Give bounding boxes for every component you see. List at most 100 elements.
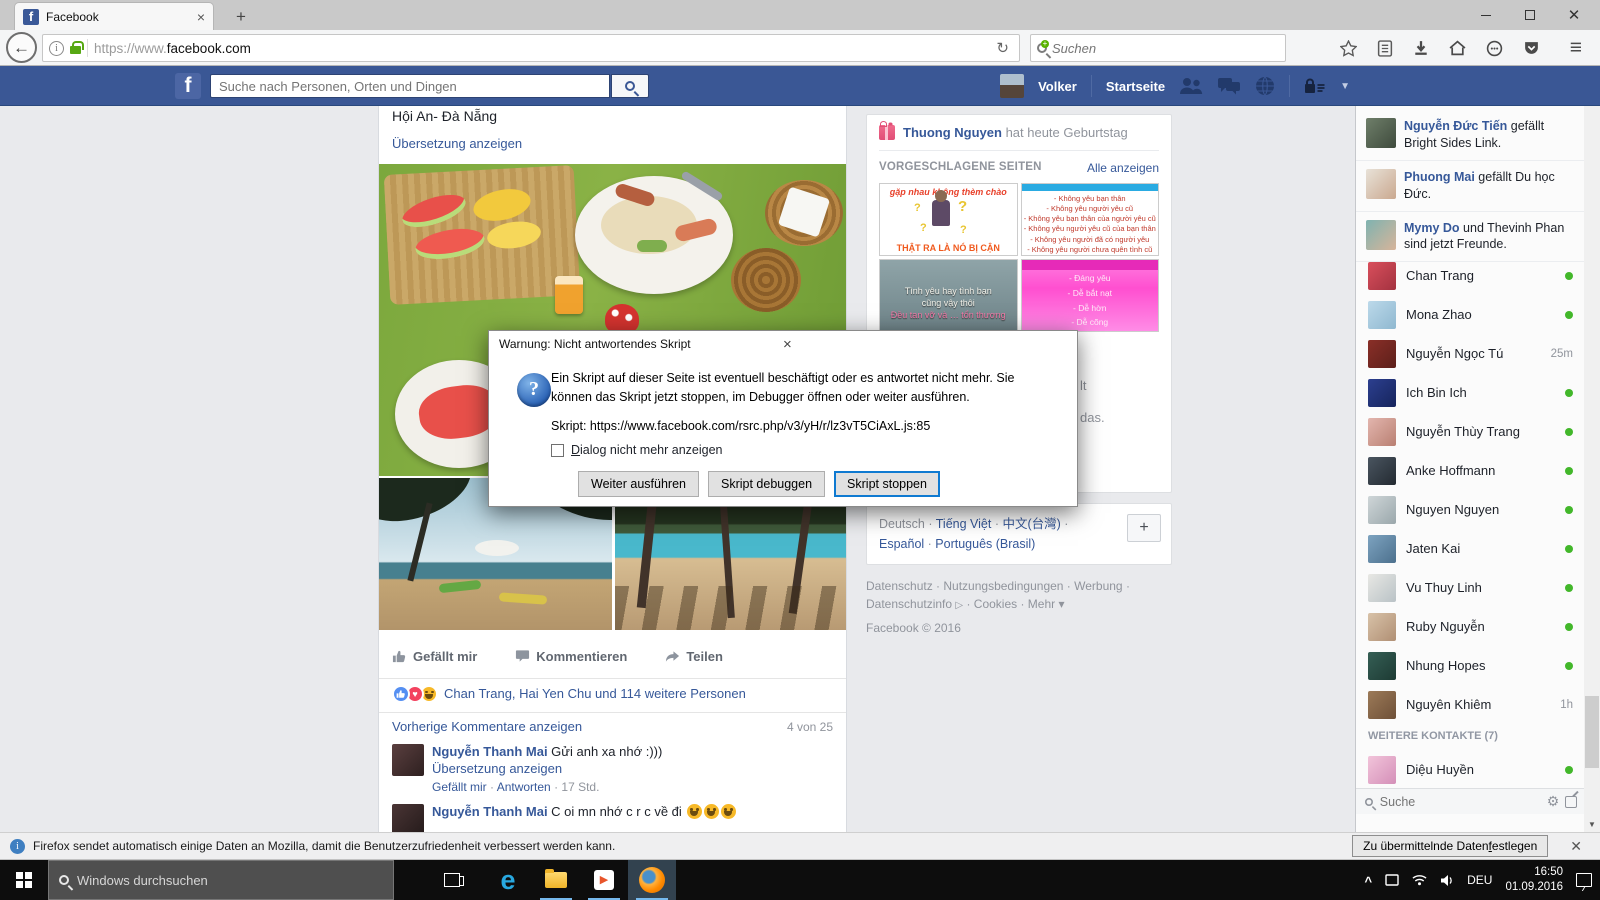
chat-contact-row[interactable]: Nhung Hopes: [1356, 646, 1585, 685]
facebook-footer-links[interactable]: Datenschutz · Nutzungsbedingungen · Werb…: [866, 577, 1172, 613]
commenter-name-link[interactable]: Nguyễn Thanh Mai: [432, 744, 548, 759]
privacy-shortcuts-icon[interactable]: [1304, 78, 1326, 94]
wifi-icon[interactable]: [1412, 874, 1427, 886]
home-link[interactable]: Startseite: [1106, 79, 1165, 94]
facebook-search-bar[interactable]: [210, 74, 610, 98]
reload-icon[interactable]: ↻: [992, 39, 1013, 57]
downloads-icon[interactable]: [1413, 40, 1429, 56]
friend-requests-icon[interactable]: [1179, 77, 1203, 95]
windows-search-box[interactable]: Windows durchsuchen: [48, 860, 394, 900]
chat-contact-row[interactable]: Ruby Nguyễn: [1356, 607, 1585, 646]
profile-link[interactable]: Volker: [1038, 79, 1077, 94]
menu-hamburger-icon[interactable]: ≡: [1570, 36, 1582, 60]
scroll-down-arrow[interactable]: ▼: [1584, 818, 1600, 832]
comment-button[interactable]: Kommentieren: [515, 649, 627, 664]
like-button[interactable]: Gefällt mir: [392, 649, 477, 664]
chat-contact-row[interactable]: Anke Hoffmann: [1356, 451, 1585, 490]
chat-contact-row[interactable]: Nguyễn Ngọc Tú 25m: [1356, 334, 1585, 373]
media-player-taskbar-button[interactable]: ▶: [580, 860, 628, 900]
chat-contact-row[interactable]: Nguyễn Thùy Trang: [1356, 412, 1585, 451]
chat-contact-row[interactable]: Ich Bin Ich: [1356, 373, 1585, 412]
gear-icon[interactable]: ⚙: [1547, 793, 1560, 810]
language-link[interactable]: Español: [879, 537, 924, 551]
commenter-avatar[interactable]: [392, 744, 424, 776]
facebook-search-button[interactable]: [611, 74, 649, 98]
bookmark-star-icon[interactable]: [1340, 39, 1357, 57]
share-button[interactable]: Teilen: [665, 649, 723, 664]
new-tab-button[interactable]: +: [228, 6, 254, 28]
chat-contact-row[interactable]: Chan Trang: [1356, 256, 1585, 295]
language-link[interactable]: Tiếng Việt: [936, 517, 992, 531]
hello-chat-icon[interactable]: [1486, 40, 1503, 57]
dont-show-again-row[interactable]: Dialog nicht mehr anzeigen: [551, 443, 722, 457]
scrollbar-thumb[interactable]: [1585, 696, 1599, 768]
suggested-page-thumbnail[interactable]: gặp nhau không thèm chào ???? THẬT RA LÀ…: [879, 183, 1018, 256]
language-link[interactable]: Português (Brasil): [935, 537, 1035, 551]
facebook-search-input[interactable]: [219, 78, 601, 94]
comment-reply-link[interactable]: Antworten: [497, 780, 551, 794]
browser-scrollbar[interactable]: ▲ ▼: [1584, 66, 1600, 832]
volume-icon[interactable]: [1440, 874, 1454, 887]
keyboard-language[interactable]: DEU: [1467, 873, 1492, 887]
pocket-icon[interactable]: [1523, 40, 1540, 57]
comment-translate-link[interactable]: Übersetzung anzeigen: [432, 761, 662, 776]
choose-data-button[interactable]: Zu übermittelnde Daten f estlegen: [1352, 835, 1549, 857]
tablet-icon[interactable]: [1385, 874, 1399, 886]
commenter-name-link[interactable]: Nguyễn Thanh Mai: [432, 804, 548, 819]
chat-contact-row[interactable]: Mona Zhao: [1356, 295, 1585, 334]
window-close-button[interactable]: ✕: [1552, 0, 1596, 30]
dialog-close-icon[interactable]: ×: [783, 336, 1067, 353]
chat-contact-row[interactable]: Vu Thuy Linh: [1356, 568, 1585, 607]
chevron-down-icon[interactable]: ▼: [1340, 81, 1350, 92]
browser-search-box[interactable]: +: [1030, 34, 1286, 62]
debug-script-button[interactable]: Skript debuggen: [708, 471, 826, 497]
tray-expand-chevron-icon[interactable]: ^: [1365, 874, 1373, 889]
ticker-item[interactable]: Phuong Mai gefällt Du học Đức.: [1356, 161, 1585, 212]
bookmarks-list-icon[interactable]: [1377, 39, 1393, 57]
url-text[interactable]: https://www.facebook.com: [94, 41, 986, 56]
browser-search-input[interactable]: [1052, 40, 1279, 56]
commenter-avatar[interactable]: [392, 804, 424, 832]
action-center-icon[interactable]: [1576, 873, 1592, 887]
post-translate-link[interactable]: Übersetzung anzeigen: [392, 136, 522, 151]
notifications-globe-icon[interactable]: [1255, 76, 1275, 96]
birthday-row[interactable]: Thuong Nguyen hat heute Geburtstag: [879, 121, 1159, 151]
window-maximize-button[interactable]: [1508, 0, 1552, 30]
user-avatar[interactable]: [1000, 74, 1025, 98]
see-all-link[interactable]: Alle anzeigen: [1087, 161, 1159, 175]
ticker-item[interactable]: Nguyễn Đức Tiến gefällt Bright Sides Lin…: [1356, 110, 1585, 161]
chat-search-input[interactable]: [1379, 794, 1541, 809]
chat-contact-row[interactable]: Nguyen Nguyen: [1356, 490, 1585, 529]
stop-script-button[interactable]: Skript stoppen: [834, 471, 940, 497]
language-link[interactable]: 中文(台灣): [1002, 517, 1060, 531]
reaction-names-link[interactable]: Chan Trang, Hai Yen Chu und 114 weitere …: [444, 686, 746, 701]
like-reaction-icon[interactable]: [392, 684, 410, 703]
tab-close-icon[interactable]: ×: [197, 10, 205, 24]
add-language-button[interactable]: +: [1127, 514, 1161, 542]
edge-taskbar-button[interactable]: e: [484, 860, 532, 900]
checkbox[interactable]: [551, 443, 564, 457]
ticker-item[interactable]: Mymy Do und Thevinh Phan sind jetzt Freu…: [1356, 212, 1585, 263]
suggested-page-thumbnail[interactable]: Tình yêu hay tình bạn cũng vậy thôi Đều …: [879, 259, 1018, 332]
chat-contact-row[interactable]: Diệu Huyền: [1356, 750, 1585, 789]
chat-contact-row[interactable]: Jaten Kai: [1356, 529, 1585, 568]
facebook-logo[interactable]: f: [175, 73, 201, 99]
chat-search-bar[interactable]: ⚙: [1356, 788, 1585, 814]
chat-contact-row[interactable]: Nguyên Khiêm 1h: [1356, 685, 1585, 724]
firefox-taskbar-button[interactable]: [628, 860, 676, 900]
suggested-page-thumbnail[interactable]: - Không yêu bạn thân - Không yêu người yê…: [1020, 183, 1159, 256]
previous-comments-link[interactable]: Vorherige Kommentare anzeigen: [392, 719, 787, 734]
task-view-button[interactable]: [428, 860, 476, 900]
page-info-icon[interactable]: i: [49, 40, 64, 56]
home-icon[interactable]: [1449, 40, 1466, 56]
continue-script-button[interactable]: Weiter ausführen: [578, 471, 699, 497]
notification-close-icon[interactable]: ✕: [1570, 838, 1582, 855]
start-button[interactable]: [0, 860, 48, 900]
url-bar[interactable]: i https://www.facebook.com ↻: [42, 34, 1020, 62]
taskbar-clock[interactable]: 16:50 01.09.2016: [1505, 865, 1563, 895]
birthday-name-link[interactable]: Thuong Nguyen: [903, 125, 1002, 140]
comment-like-link[interactable]: Gefällt mir: [432, 780, 487, 794]
window-minimize-button[interactable]: [1464, 0, 1508, 30]
back-button[interactable]: ←: [6, 32, 37, 63]
suggested-page-thumbnail[interactable]: - Đáng yêu - Dễ bắt nạt - Dễ hờn - Dễ cõng: [1020, 259, 1159, 332]
